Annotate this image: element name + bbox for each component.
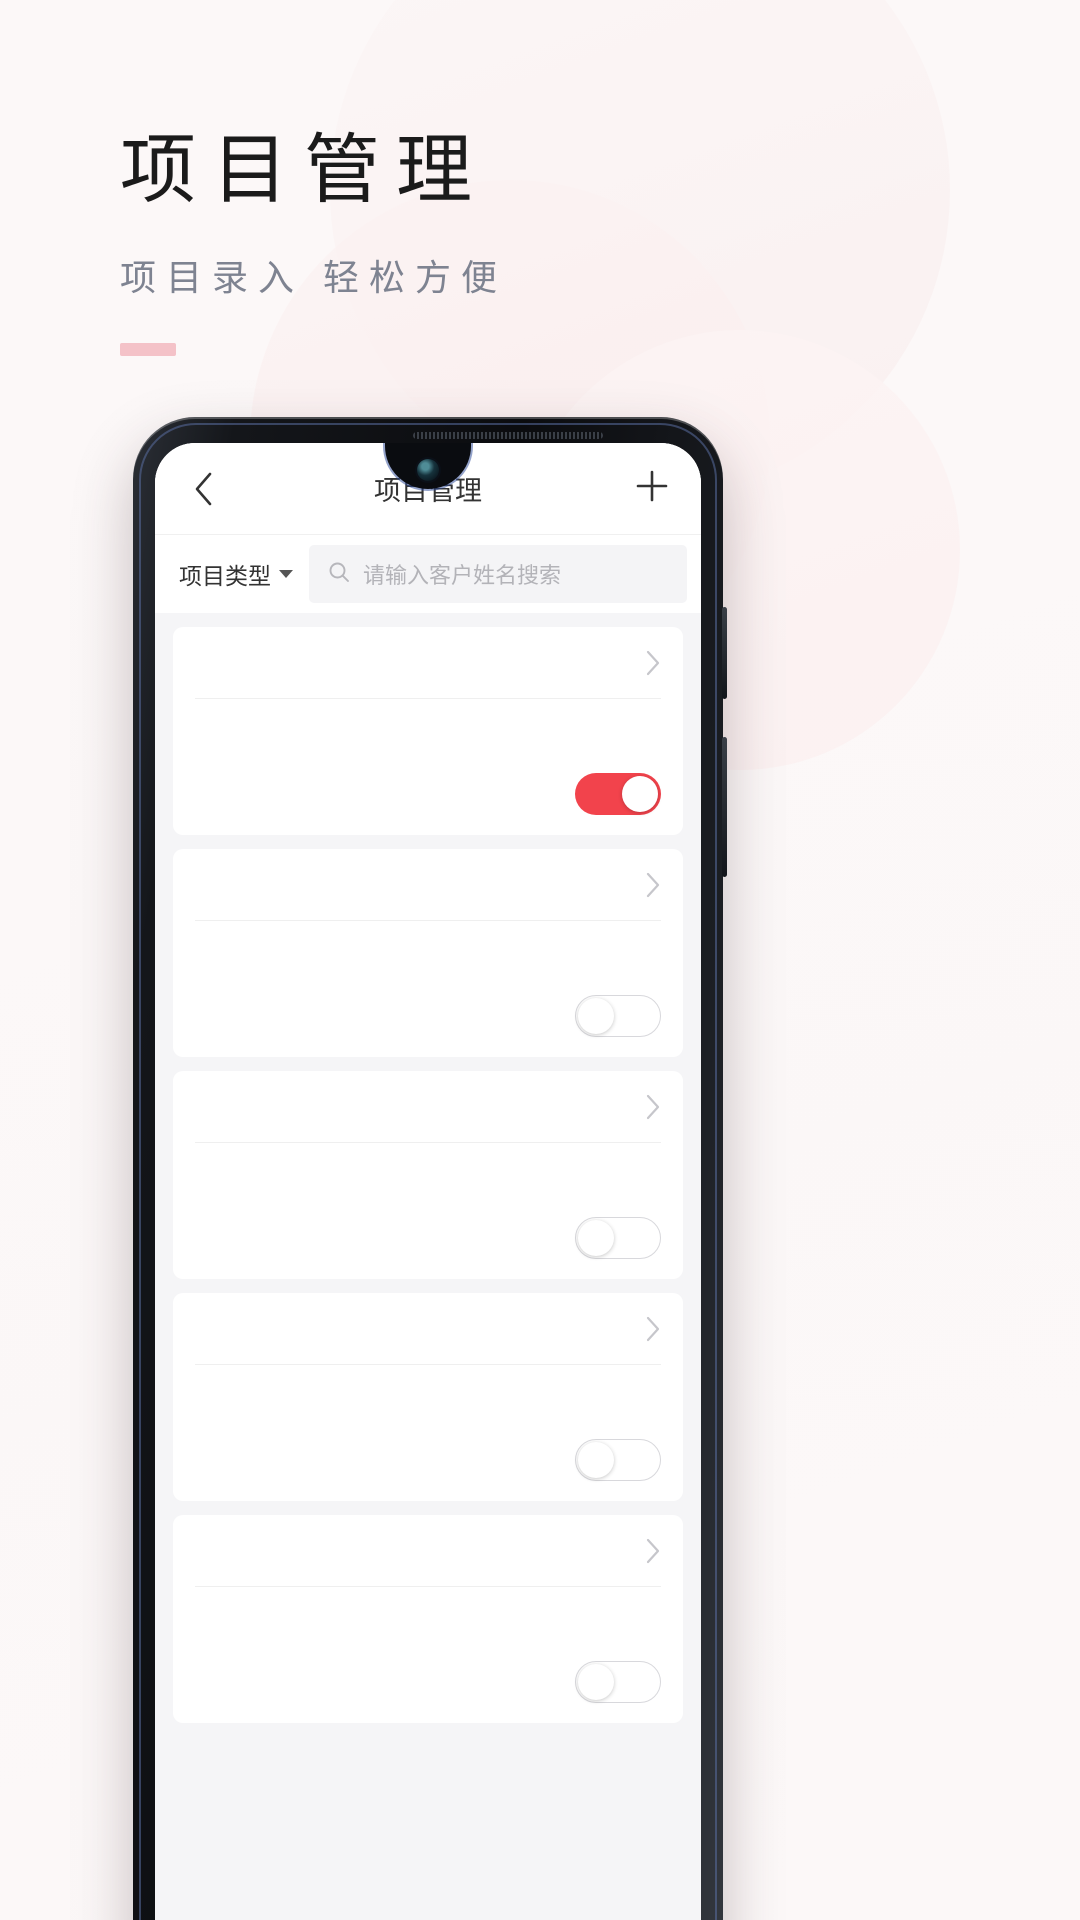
project-status-toggle[interactable] — [575, 1661, 661, 1703]
project-list[interactable] — [155, 613, 701, 1920]
chevron-right-icon — [645, 1093, 661, 1121]
toggle-knob — [578, 1664, 614, 1700]
project-card-body — [195, 1143, 661, 1279]
earpiece-speaker — [413, 432, 603, 439]
project-row-price — [195, 713, 661, 763]
app-root: 项目管理 项目类型 请输入客户姓名搜索 — [155, 443, 701, 1920]
project-type-dropdown[interactable]: 项目类型 — [177, 553, 295, 595]
project-card-header[interactable] — [195, 1293, 661, 1365]
project-card[interactable] — [173, 627, 683, 835]
project-row-deposit — [195, 1435, 661, 1485]
caret-down-icon — [279, 570, 293, 578]
toggle-knob — [578, 1220, 614, 1256]
power-button[interactable] — [722, 737, 727, 877]
project-status-toggle[interactable] — [575, 1217, 661, 1259]
notch — [385, 443, 471, 493]
search-placeholder: 请输入客户姓名搜索 — [363, 563, 562, 588]
project-row-price — [195, 1379, 661, 1429]
chevron-right-icon — [645, 871, 661, 899]
project-card[interactable] — [173, 1293, 683, 1501]
page-title: 项目管理 — [120, 129, 488, 213]
toggle-knob — [622, 776, 658, 812]
filter-bar: 项目类型 请输入客户姓名搜索 — [155, 535, 701, 613]
project-status-toggle[interactable] — [575, 995, 661, 1037]
back-button[interactable] — [181, 467, 225, 511]
toggle-knob — [578, 998, 614, 1034]
chevron-right-icon — [645, 1537, 661, 1565]
search-input[interactable]: 请输入客户姓名搜索 — [309, 545, 687, 603]
project-card-body — [195, 1365, 661, 1501]
project-card-body — [195, 699, 661, 835]
add-project-button[interactable] — [629, 466, 675, 512]
page-subtitle: 项目录入 轻松方便 — [120, 258, 508, 299]
project-status-toggle[interactable] — [575, 773, 661, 815]
plus-icon — [635, 469, 669, 508]
promo-headline: 项目管理 项目录入 轻松方便 — [120, 128, 508, 357]
project-card-header[interactable] — [195, 849, 661, 921]
project-card[interactable] — [173, 1515, 683, 1723]
phone-screen: 项目管理 项目类型 请输入客户姓名搜索 — [155, 443, 701, 1920]
project-row-price — [195, 1601, 661, 1651]
search-icon — [327, 560, 351, 589]
phone-mockup: 项目管理 项目类型 请输入客户姓名搜索 — [133, 417, 727, 1920]
project-status-toggle[interactable] — [575, 1439, 661, 1481]
project-row-price — [195, 1157, 661, 1207]
accent-rule — [120, 343, 176, 357]
project-card-body — [195, 921, 661, 1057]
project-card-header[interactable] — [195, 1071, 661, 1143]
project-card[interactable] — [173, 849, 683, 1057]
project-card-header[interactable] — [195, 1515, 661, 1587]
project-row-deposit — [195, 991, 661, 1041]
project-card-header[interactable] — [195, 627, 661, 699]
chevron-right-icon — [645, 649, 661, 677]
project-row-deposit — [195, 1657, 661, 1707]
front-camera-icon — [417, 459, 439, 481]
volume-button[interactable] — [722, 607, 727, 699]
toggle-knob — [578, 1442, 614, 1478]
project-card[interactable] — [173, 1071, 683, 1279]
project-row-price — [195, 935, 661, 985]
project-card-body — [195, 1587, 661, 1723]
project-row-deposit — [195, 1213, 661, 1263]
chevron-left-icon — [192, 471, 214, 507]
chevron-right-icon — [645, 1315, 661, 1343]
project-type-label: 项目类型 — [179, 563, 271, 589]
project-row-deposit — [195, 769, 661, 819]
